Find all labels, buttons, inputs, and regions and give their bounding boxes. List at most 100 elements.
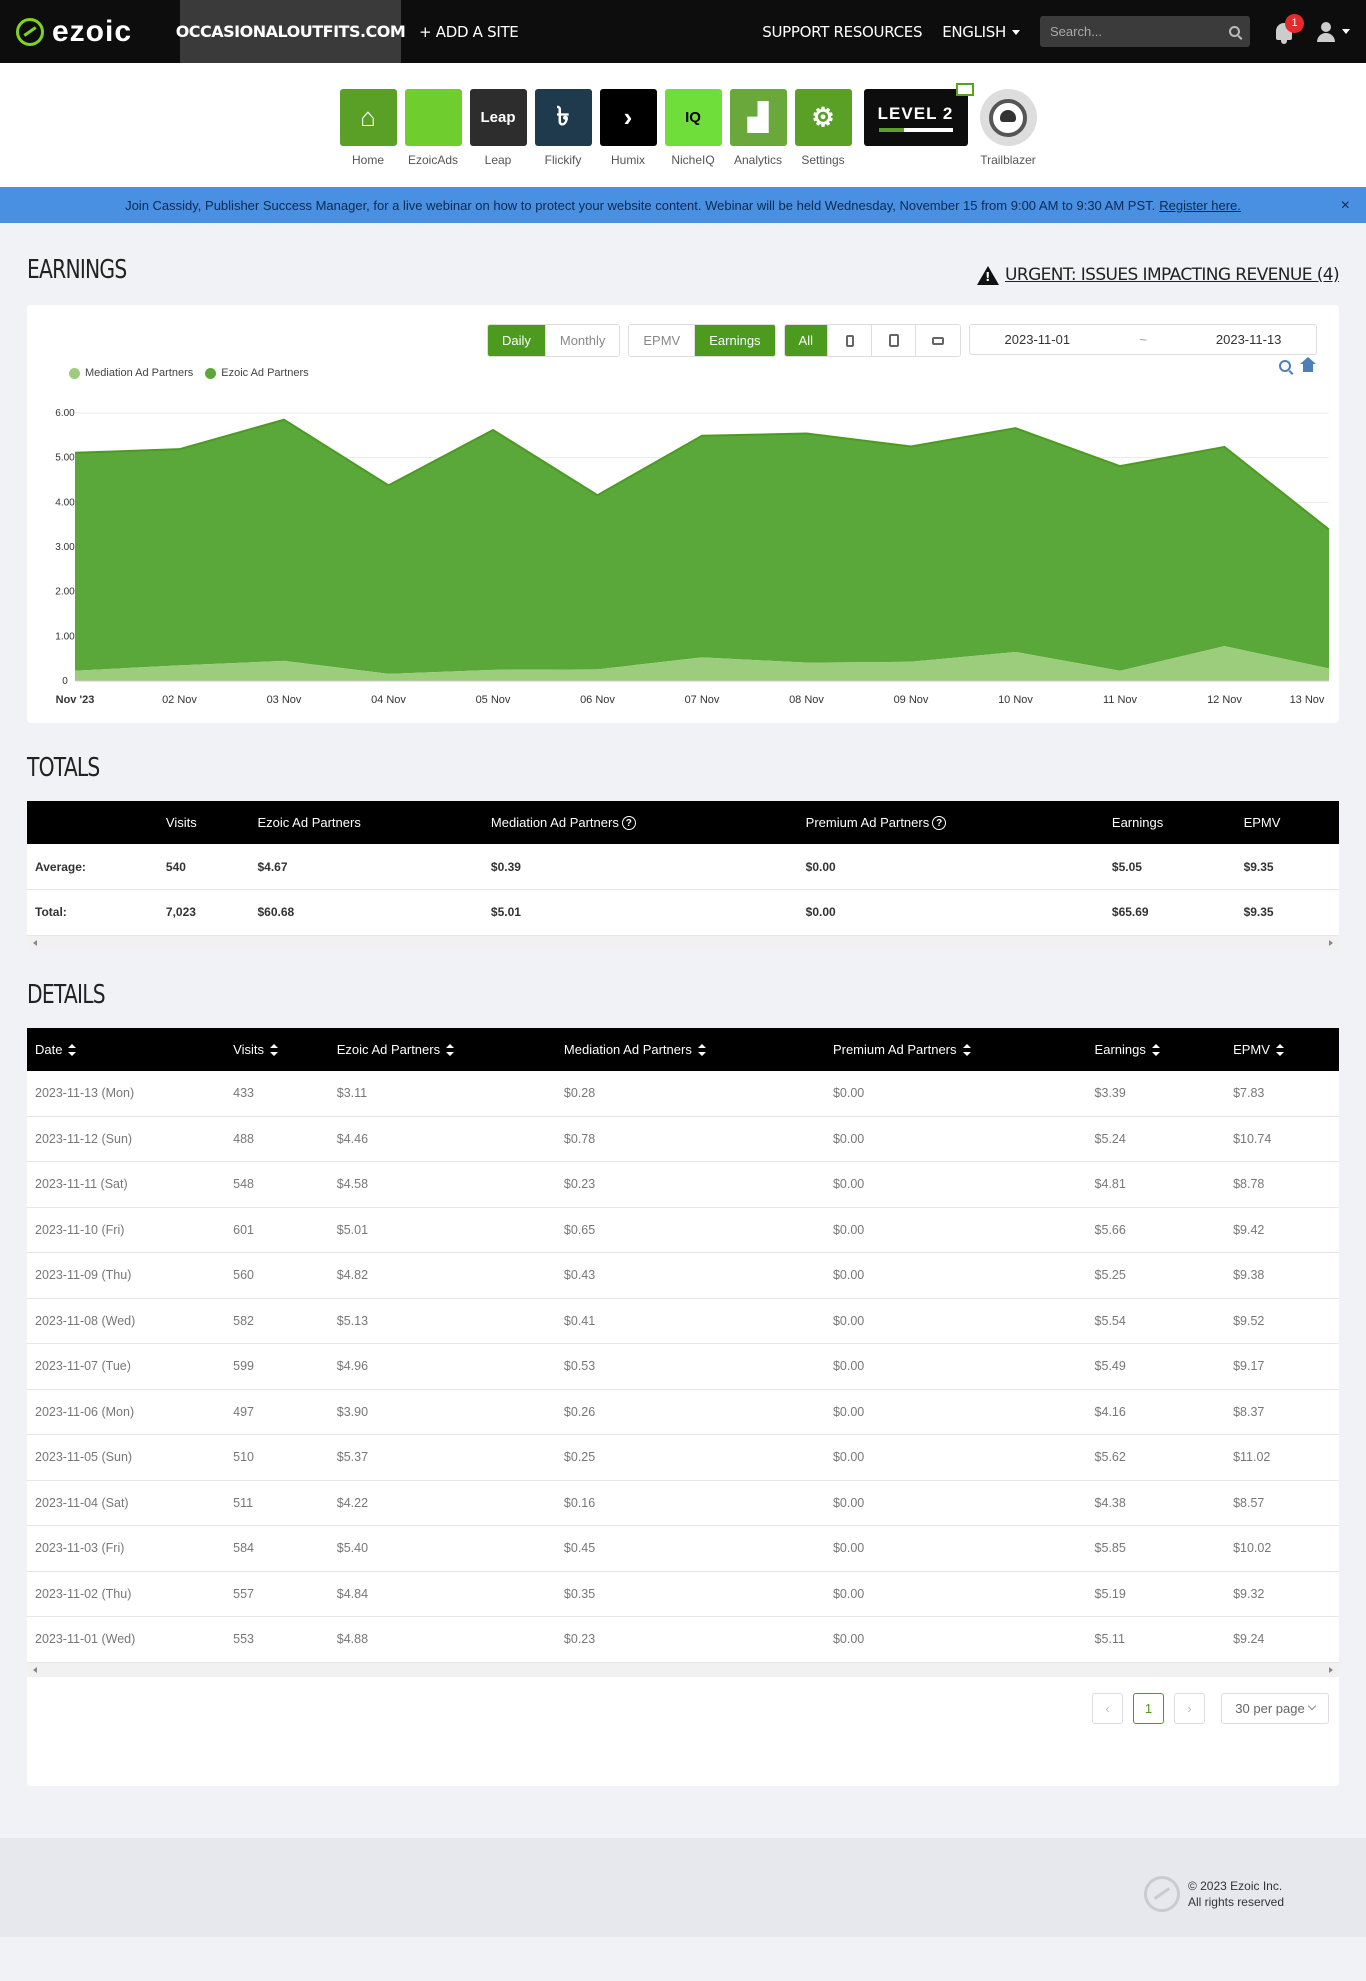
logo-text: ezoic	[52, 14, 133, 48]
details-cell: $0.45	[555, 1525, 825, 1572]
totals-header-label: Ezoic Ad Partners	[257, 815, 361, 830]
daily-button[interactable]: Daily	[487, 325, 546, 356]
reset-zoom-home-icon[interactable]	[1300, 357, 1316, 374]
y-tick-label: 3.00	[55, 542, 75, 553]
date-separator: ~	[1139, 332, 1147, 347]
sort-icon[interactable]	[269, 1044, 278, 1057]
legend-mediation[interactable]: Mediation Ad Partners	[69, 367, 193, 379]
sort-icon[interactable]	[68, 1044, 77, 1057]
app-trailblazer[interactable]: Trailblazer	[979, 89, 1037, 187]
help-icon[interactable]: ?	[621, 816, 636, 831]
details-card: Date Visits Ezoic Ad Partners Mediation Ad …	[27, 1027, 1339, 1786]
legend-ezoic-swatch	[205, 367, 217, 379]
scroll-left-icon[interactable]	[33, 939, 37, 946]
details-cell: $4.58	[328, 1161, 556, 1208]
app-label-home: Home	[351, 153, 384, 167]
nicheiq-icon: IQ	[664, 89, 722, 146]
humix-icon: ›	[599, 89, 657, 146]
add-site-link[interactable]: + ADD A SITE	[401, 23, 519, 41]
period-toggle: Daily Monthly	[486, 324, 621, 357]
app-home[interactable]: ⌂ Home	[339, 89, 397, 187]
app-analytics[interactable]: ▟ Analytics	[729, 89, 787, 187]
date-to[interactable]: 2023-11-13	[1216, 332, 1282, 347]
help-icon[interactable]: ?	[932, 816, 947, 831]
details-scrollbar[interactable]	[27, 1662, 1339, 1677]
page-1-button[interactable]: 1	[1133, 1692, 1164, 1724]
level-badge[interactable]: LEVEL 2	[860, 83, 974, 187]
earnings-button[interactable]: Earnings	[695, 325, 775, 356]
totals-header-label: Mediation Ad Partners	[490, 814, 619, 830]
details-header-5[interactable]: Earnings	[1086, 1027, 1226, 1071]
scroll-right-icon[interactable]	[1329, 939, 1333, 946]
app-leap[interactable]: Leap Leap	[469, 89, 527, 187]
all-devices-button[interactable]: All	[784, 325, 828, 356]
date-range-picker[interactable]: 2023-11-01 ~ 2023-11-13	[969, 324, 1317, 355]
details-cell: 497	[225, 1389, 329, 1435]
envelope-icon[interactable]	[955, 83, 974, 96]
support-resources-link[interactable]: SUPPORT RESOURCES	[762, 23, 922, 41]
x-tick-label: 04 Nov	[371, 694, 406, 706]
search-icon[interactable]	[1229, 26, 1240, 37]
details-header-3[interactable]: Mediation Ad Partners	[555, 1027, 825, 1071]
details-cell: 599	[225, 1343, 329, 1390]
language-dropdown[interactable]: ENGLISH	[942, 23, 1020, 41]
footer-copyright: © 2023 Ezoic Inc.	[1187, 1878, 1283, 1893]
details-header-2[interactable]: Ezoic Ad Partners	[328, 1027, 556, 1071]
totals-cell: $0.00	[797, 844, 1104, 890]
urgent-issues-link[interactable]: URGENT: ISSUES IMPACTING REVENUE (4)	[977, 265, 1340, 285]
user-menu[interactable]	[1316, 21, 1350, 42]
ezoicads-icon	[404, 89, 462, 146]
sort-icon[interactable]	[962, 1044, 971, 1057]
details-cell: $4.81	[1086, 1161, 1226, 1208]
level-progress-fill	[878, 127, 905, 132]
ezoic-logo[interactable]: ezoic	[0, 0, 180, 63]
app-ezoicads[interactable]: EzoicAds	[404, 89, 462, 187]
totals-cell: Total:	[27, 889, 158, 936]
totals-cell: 540	[157, 844, 250, 890]
x-tick-label: 13 Nov	[1290, 694, 1325, 706]
user-icon	[1316, 21, 1336, 42]
details-header-4[interactable]: Premium Ad Partners	[824, 1027, 1087, 1071]
scroll-left-icon[interactable]	[33, 1666, 37, 1673]
details-cell: $5.19	[1086, 1571, 1226, 1617]
analytics-icon: ▟	[729, 89, 787, 146]
site-selector[interactable]: OCCASIONALOUTFITS.COM	[176, 0, 406, 63]
sort-icon[interactable]	[1275, 1044, 1284, 1057]
per-page-select[interactable]: 30 per page	[1221, 1692, 1329, 1724]
date-from[interactable]: 2023-11-01	[1005, 332, 1071, 347]
desktop-button[interactable]	[916, 325, 960, 356]
search-box[interactable]	[1040, 16, 1250, 47]
notifications-button[interactable]: 1	[1270, 13, 1304, 46]
details-header-1[interactable]: Visits	[225, 1027, 329, 1071]
details-cell: $4.46	[328, 1116, 556, 1162]
details-header-0[interactable]: Date	[27, 1027, 226, 1071]
details-cell: $0.53	[555, 1343, 825, 1390]
scroll-right-icon[interactable]	[1329, 1666, 1333, 1673]
app-settings[interactable]: ⚙ Settings	[794, 89, 852, 187]
sort-icon[interactable]	[697, 1044, 706, 1057]
app-flickify[interactable]: ৳ Flickify	[534, 89, 592, 187]
details-cell: $5.49	[1086, 1343, 1226, 1390]
sort-icon[interactable]	[1151, 1044, 1160, 1057]
zoom-icon[interactable]	[1279, 360, 1291, 372]
legend-ezoic[interactable]: Ezoic Ad Partners	[205, 367, 309, 379]
next-page-button[interactable]: ›	[1174, 1692, 1205, 1724]
pagination: ‹ 1 › 30 per page	[27, 1677, 1339, 1786]
tablet-button[interactable]	[872, 325, 916, 356]
x-tick-label: 03 Nov	[267, 694, 302, 706]
app-nicheiq[interactable]: IQ NicheIQ	[664, 89, 722, 187]
details-header-6[interactable]: EPMV	[1225, 1027, 1339, 1071]
app-humix[interactable]: › Humix	[599, 89, 657, 187]
mobile-button[interactable]	[828, 325, 872, 356]
monthly-button[interactable]: Monthly	[545, 325, 620, 356]
prev-page-button[interactable]: ‹	[1092, 1692, 1123, 1724]
search-input[interactable]	[1050, 24, 1229, 39]
table-row: 2023-11-04 (Sat) 511 $4.22 $0.16 $0.00 $4.38 $…	[27, 1480, 1339, 1526]
totals-cell: $65.69	[1103, 889, 1236, 936]
details-cell: $0.78	[555, 1116, 825, 1162]
epmv-button[interactable]: EPMV	[629, 325, 696, 356]
sort-icon[interactable]	[446, 1044, 455, 1057]
close-icon[interactable]: ×	[1341, 197, 1350, 215]
register-link[interactable]: Register here.	[1159, 198, 1241, 213]
totals-scrollbar[interactable]	[27, 935, 1339, 950]
